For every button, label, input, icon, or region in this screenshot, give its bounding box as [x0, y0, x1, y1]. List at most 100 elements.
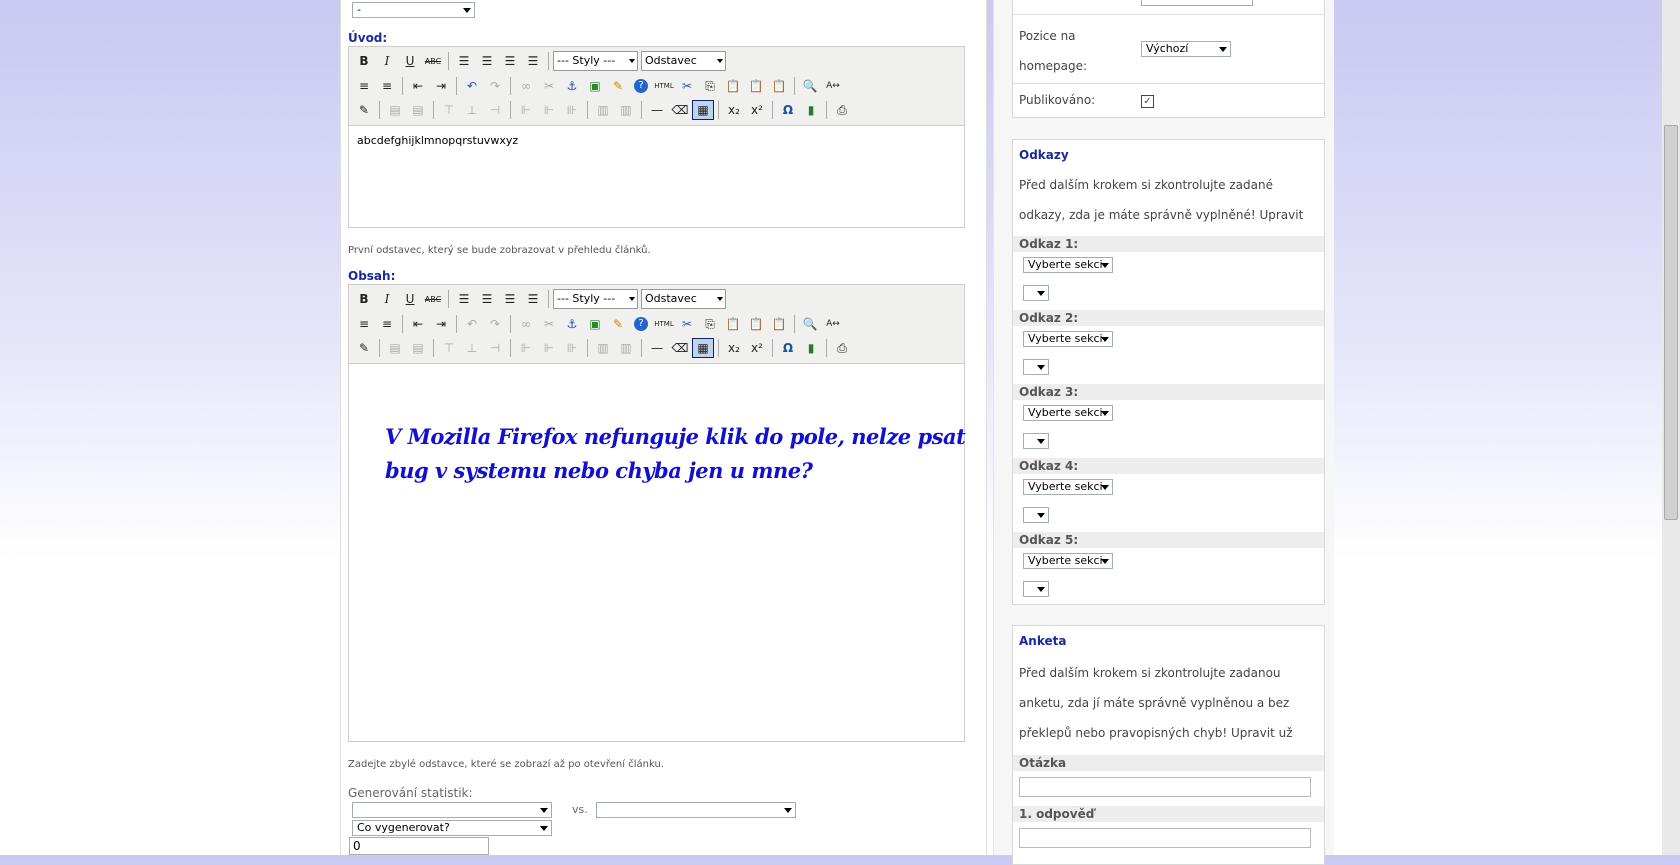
delete-col-icon[interactable]: ⊪	[561, 338, 583, 358]
align-justify-icon[interactable]: ☰	[522, 289, 544, 309]
align-center-icon[interactable]: ☰	[476, 51, 498, 71]
image-icon[interactable]: ▣	[584, 76, 606, 96]
bold-button[interactable]: B	[353, 289, 375, 309]
media-icon[interactable]: ▮	[800, 338, 822, 358]
superscript-button[interactable]: x²	[746, 338, 768, 358]
odkaz-item-select[interactable]	[1023, 507, 1049, 523]
row-props-icon[interactable]: ▤	[384, 338, 406, 358]
bullet-list-icon[interactable]: ≡	[353, 314, 375, 334]
numbered-list-icon[interactable]: ≡	[376, 76, 398, 96]
top-partial-select[interactable]	[1141, 0, 1253, 6]
odkaz-section-select[interactable]: Vyberte sekci	[1023, 553, 1113, 569]
edit-icon[interactable]: ✎	[353, 100, 375, 120]
undo-icon[interactable]: ↶	[461, 76, 483, 96]
publikovano-checkbox[interactable]: ✓	[1141, 95, 1154, 108]
numbered-list-icon[interactable]: ≡	[376, 314, 398, 334]
insert-col-after-icon[interactable]: ⊩	[538, 338, 560, 358]
indent-icon[interactable]: ⇥	[430, 76, 452, 96]
italic-button[interactable]: I	[376, 289, 398, 309]
html-source-button[interactable]: HTML	[653, 314, 675, 334]
unlink-icon[interactable]: ✂	[538, 76, 560, 96]
delete-col-icon[interactable]: ⊪	[561, 100, 583, 120]
horizontal-rule-icon[interactable]: —	[646, 100, 668, 120]
stats-what-select[interactable]: Co vygenerovat?	[352, 820, 552, 836]
paste-icon[interactable]: 📋	[722, 314, 744, 334]
align-right-icon[interactable]: ☰	[499, 289, 521, 309]
horizontal-rule-icon[interactable]: —	[646, 338, 668, 358]
visual-aid-icon[interactable]: ▦	[692, 100, 714, 120]
obsah-content-area[interactable]: V Mozilla Firefox nefunguje klik do pole…	[349, 363, 966, 741]
indent-icon[interactable]: ⇥	[430, 314, 452, 334]
paste-text-icon[interactable]: 📋	[745, 314, 767, 334]
delete-row-icon[interactable]: ⊣	[484, 100, 506, 120]
find-icon[interactable]: 🔍	[799, 314, 821, 334]
link-icon[interactable]: ∞	[515, 76, 537, 96]
replace-icon[interactable]: A↔	[822, 314, 844, 334]
scrollbar-thumb[interactable]	[1664, 125, 1678, 520]
otazka-input[interactable]	[1019, 777, 1311, 797]
subscript-button[interactable]: x₂	[723, 100, 745, 120]
strikethrough-button[interactable]: ABC	[422, 289, 444, 309]
uvod-content-area[interactable]: abcdefghijklmnopqrstuvwxyz	[349, 125, 964, 227]
copy-icon[interactable]: ⎘	[699, 76, 721, 96]
superscript-button[interactable]: x²	[746, 100, 768, 120]
align-center-icon[interactable]: ☰	[476, 289, 498, 309]
odkaz-item-select[interactable]	[1023, 433, 1049, 449]
replace-icon[interactable]: A↔	[822, 76, 844, 96]
subscript-button[interactable]: x₂	[723, 338, 745, 358]
align-left-icon[interactable]: ☰	[453, 289, 475, 309]
underline-button[interactable]: U	[399, 51, 421, 71]
cell-props-icon[interactable]: ▤	[407, 100, 429, 120]
cut-icon[interactable]: ✂	[676, 314, 698, 334]
stats-select-1[interactable]	[352, 802, 552, 818]
cell-props-icon[interactable]: ▤	[407, 338, 429, 358]
odkaz-section-select[interactable]: Vyberte sekci	[1023, 331, 1113, 347]
insert-row-before-icon[interactable]: ⊤	[438, 338, 460, 358]
stats-input[interactable]: 0	[349, 837, 489, 855]
unlink-icon[interactable]: ✂	[538, 314, 560, 334]
paste-word-icon[interactable]: 📋	[768, 76, 790, 96]
link-icon[interactable]: ∞	[515, 314, 537, 334]
split-cells-icon[interactable]: ▥	[592, 100, 614, 120]
odkaz-section-select[interactable]: Vyberte sekci	[1023, 405, 1113, 421]
odpoved-input[interactable]	[1019, 828, 1311, 848]
insert-col-after-icon[interactable]: ⊩	[538, 100, 560, 120]
media-icon[interactable]: ▮	[800, 100, 822, 120]
html-source-button[interactable]: HTML	[653, 76, 675, 96]
paste-word-icon[interactable]: 📋	[768, 314, 790, 334]
italic-button[interactable]: I	[376, 51, 398, 71]
strikethrough-button[interactable]: ABC	[422, 51, 444, 71]
cleanup-icon[interactable]: ✎	[607, 76, 629, 96]
merge-cells-icon[interactable]: ▥	[615, 338, 637, 358]
redo-icon[interactable]: ↷	[484, 314, 506, 334]
insert-row-after-icon[interactable]: ⊥	[461, 100, 483, 120]
visual-aid-icon[interactable]: ▦	[692, 338, 714, 358]
page-scrollbar[interactable]	[1662, 0, 1680, 855]
odkaz-section-select[interactable]: Vyberte sekci	[1023, 257, 1113, 273]
align-right-icon[interactable]: ☰	[499, 51, 521, 71]
align-left-icon[interactable]: ☰	[453, 51, 475, 71]
bullet-list-icon[interactable]: ≡	[353, 76, 375, 96]
edit-icon[interactable]: ✎	[353, 338, 375, 358]
align-justify-icon[interactable]: ☰	[522, 51, 544, 71]
outdent-icon[interactable]: ⇤	[407, 314, 429, 334]
paste-icon[interactable]: 📋	[722, 76, 744, 96]
cut-icon[interactable]: ✂	[676, 76, 698, 96]
anchor-icon[interactable]: ⚓	[561, 76, 583, 96]
styles-select[interactable]: --- Styly ---	[553, 289, 638, 309]
outdent-icon[interactable]: ⇤	[407, 76, 429, 96]
top-select[interactable]: -	[352, 2, 475, 18]
split-cells-icon[interactable]: ▥	[592, 338, 614, 358]
stats-select-2[interactable]	[596, 802, 796, 818]
help-icon[interactable]: ?	[630, 76, 652, 96]
format-select[interactable]: Odstavec	[641, 289, 726, 309]
pozice-select[interactable]: Výchozí	[1141, 41, 1231, 57]
odkaz-item-select[interactable]	[1023, 359, 1049, 375]
insert-row-after-icon[interactable]: ⊥	[461, 338, 483, 358]
copy-icon[interactable]: ⎘	[699, 314, 721, 334]
delete-row-icon[interactable]: ⊣	[484, 338, 506, 358]
anchor-icon[interactable]: ⚓	[561, 314, 583, 334]
styles-select[interactable]: --- Styly ---	[553, 51, 638, 71]
merge-cells-icon[interactable]: ▥	[615, 100, 637, 120]
insert-col-before-icon[interactable]: ⊩	[515, 338, 537, 358]
